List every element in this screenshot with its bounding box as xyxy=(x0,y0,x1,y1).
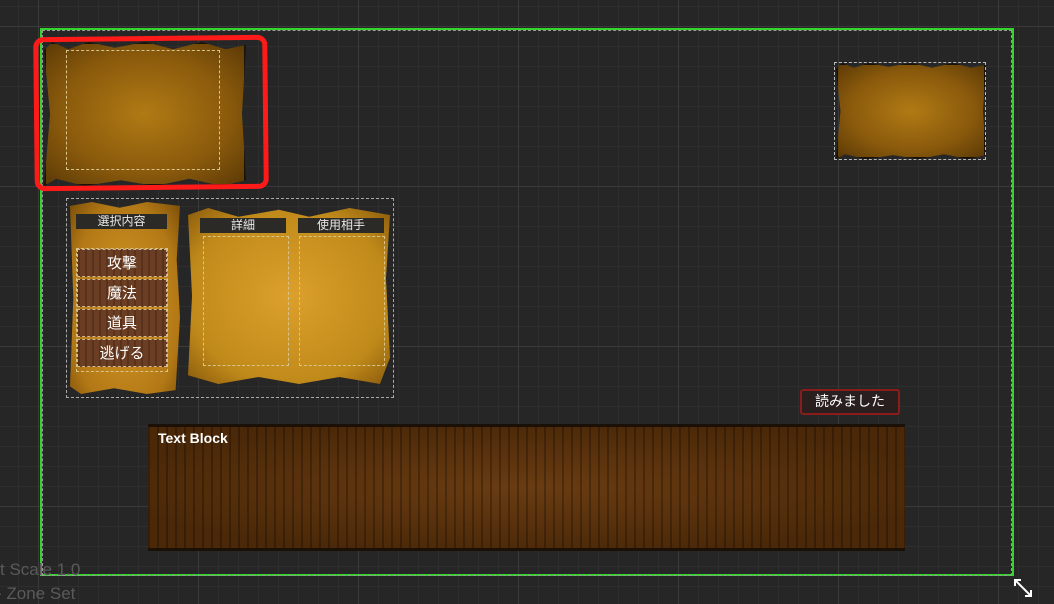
selection-header: 選択内容 xyxy=(76,214,167,229)
read-button[interactable]: 読みました xyxy=(800,389,900,415)
detail-content-area xyxy=(203,236,289,366)
textbox-label: Text Block xyxy=(158,430,228,446)
top-right-panel-frame xyxy=(834,62,986,160)
safe-zone-label: - Zone Set xyxy=(0,584,76,603)
message-textbox xyxy=(148,424,905,551)
resize-icon[interactable] xyxy=(1012,578,1034,598)
detail-header: 詳細 xyxy=(200,218,286,233)
command-list-frame xyxy=(76,248,168,372)
target-header: 使用相手 xyxy=(298,218,384,233)
dpi-scale-label: t Scale 1.0 xyxy=(0,560,81,579)
selection-highlight xyxy=(33,34,269,192)
target-content-area xyxy=(299,236,385,366)
